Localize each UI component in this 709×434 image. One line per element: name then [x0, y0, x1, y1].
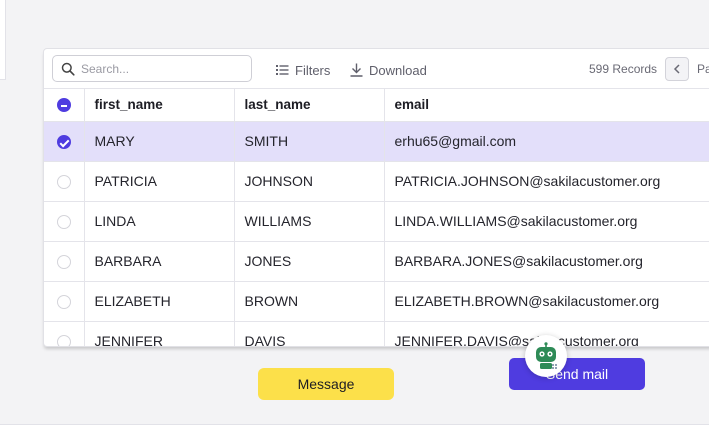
row-checkbox-cell — [44, 121, 85, 162]
email-cell: PATRICIA.JOHNSON@sakilacustomer.org — [384, 161, 709, 202]
assistant-bot-button[interactable] — [525, 335, 567, 377]
row-checkbox-cell — [44, 281, 85, 322]
select-all-checkbox[interactable] — [56, 98, 71, 113]
last-name-cell: BROWN — [234, 281, 385, 322]
last-name-cell: WILLIAMS — [234, 201, 385, 242]
email-cell: erhu65@gmail.com — [384, 121, 709, 162]
table-row[interactable]: ELIZABETH BROWN ELIZABETH.BROWN@sakilacu… — [44, 281, 709, 322]
column-header-email[interactable]: email — [384, 89, 709, 122]
records-count: 599 Records — [589, 62, 658, 76]
chevron-left-icon — [673, 64, 680, 74]
filters-button[interactable]: Filters — [276, 61, 330, 79]
first-name-cell: ELIZABETH — [84, 281, 235, 322]
table-row[interactable]: JENNIFER DAVIS JENNIFER.DAVIS@sakilacust… — [44, 321, 709, 346]
email-cell: LINDA.WILLIAMS@sakilacustomer.org — [384, 201, 709, 242]
table-row[interactable]: LINDA WILLIAMS LINDA.WILLIAMS@sakilacust… — [44, 201, 709, 242]
filters-label: Filters — [295, 62, 331, 78]
row-checkbox-cell — [44, 201, 85, 242]
email-cell: BARBARA.JONES@sakilacustomer.org — [384, 241, 709, 282]
column-header-last-name[interactable]: last_name — [234, 89, 385, 122]
column-header-first-name[interactable]: first_name — [84, 89, 235, 122]
previous-page-button[interactable] — [665, 57, 689, 81]
first-name-cell: LINDA — [84, 201, 235, 242]
header-checkbox-cell — [44, 89, 85, 122]
last-name-cell: DAVIS — [234, 321, 385, 346]
records-table: first_name last_name email MARY SMITH er… — [44, 89, 709, 346]
filter-lines-icon — [276, 65, 289, 75]
first-name-cell: PATRICIA — [84, 161, 235, 202]
app-page: Filters Download 599 Records Pa — [0, 0, 709, 434]
row-checkbox[interactable] — [56, 215, 71, 230]
row-checkbox[interactable] — [56, 135, 71, 150]
left-panel-edge — [0, 0, 6, 80]
table-row[interactable]: MARY SMITH erhu65@gmail.com — [44, 121, 709, 162]
first-name-cell: BARBARA — [84, 241, 235, 282]
last-name-cell: JONES — [234, 241, 385, 282]
table-header-row: first_name last_name email — [44, 89, 709, 122]
download-icon — [350, 63, 363, 77]
first-name-cell: MARY — [84, 121, 235, 162]
table-toolbar: Filters Download 599 Records Pa — [44, 49, 709, 89]
page-indicator: Pa — [697, 62, 709, 76]
last-name-cell: JOHNSON — [234, 161, 385, 202]
search-icon — [61, 62, 75, 76]
table-row[interactable]: BARBARA JONES BARBARA.JONES@sakilacustom… — [44, 241, 709, 282]
email-cell: ELIZABETH.BROWN@sakilacustomer.org — [384, 281, 709, 322]
row-checkbox[interactable] — [56, 335, 71, 346]
row-checkbox-cell — [44, 241, 85, 282]
table-row[interactable]: PATRICIA JOHNSON PATRICIA.JOHNSON@sakila… — [44, 161, 709, 202]
row-checkbox[interactable] — [56, 175, 71, 190]
first-name-cell: JENNIFER — [84, 321, 235, 346]
records-table-panel: Filters Download 599 Records Pa — [43, 48, 709, 347]
last-name-cell: SMITH — [234, 121, 385, 162]
row-checkbox[interactable] — [56, 295, 71, 310]
footer-strip — [0, 424, 709, 434]
row-checkbox-cell — [44, 161, 85, 202]
search-box[interactable] — [52, 55, 252, 82]
download-button[interactable]: Download — [350, 61, 427, 79]
robot-icon — [536, 342, 557, 369]
download-label: Download — [369, 62, 427, 78]
message-button[interactable]: Message — [258, 368, 394, 400]
search-input[interactable] — [81, 60, 241, 78]
row-checkbox[interactable] — [56, 255, 71, 270]
row-checkbox-cell — [44, 321, 85, 346]
